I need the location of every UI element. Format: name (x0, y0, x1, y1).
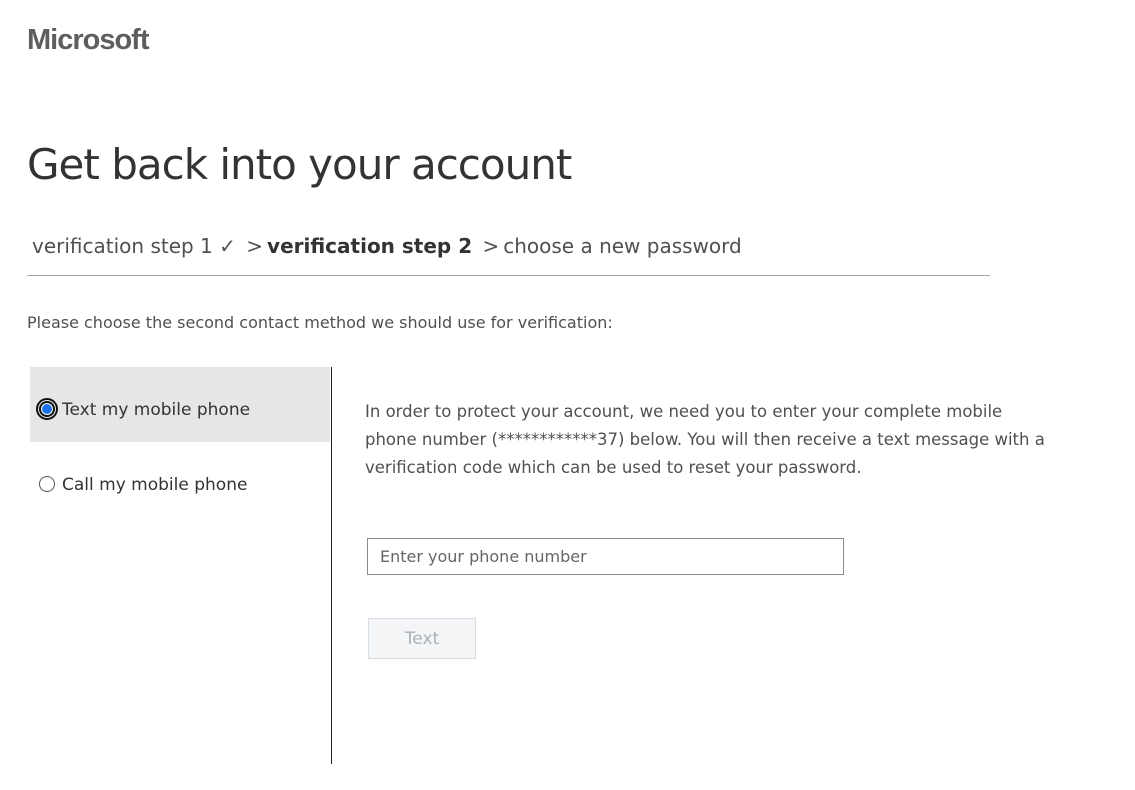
breadcrumb-step-2-current: verification step 2 (267, 234, 473, 258)
breadcrumb-steps: verification step 1 ✓ > verification step… (32, 234, 742, 258)
breadcrumb: verification step 1 ✓ > verification step… (27, 230, 990, 276)
radio-selected-icon[interactable] (36, 398, 58, 420)
contact-method-list: Text my mobile phone Call my mobile phon… (30, 367, 332, 764)
page: Microsoft Get back into your account ver… (0, 0, 1135, 790)
method-option-label: Call my mobile phone (62, 475, 248, 495)
method-option-text[interactable]: Text my mobile phone (30, 367, 330, 442)
page-title: Get back into your account (27, 140, 572, 189)
contact-method-instruction: Please choose the second contact method … (27, 313, 613, 332)
breadcrumb-step-1: verification step 1 ✓ (32, 234, 236, 258)
method-option-call[interactable]: Call my mobile phone (30, 442, 330, 517)
breadcrumb-separator: > (482, 234, 500, 258)
microsoft-logo: Microsoft (27, 24, 149, 56)
method-description: In order to protect your account, we nee… (365, 402, 1045, 477)
send-text-button[interactable]: Text (368, 618, 476, 659)
breadcrumb-step-3: choose a new password (503, 234, 742, 258)
radio-unselected-icon[interactable] (39, 476, 55, 492)
method-option-label: Text my mobile phone (62, 400, 251, 420)
phone-number-input[interactable] (367, 538, 844, 575)
breadcrumb-separator: > (246, 234, 264, 258)
